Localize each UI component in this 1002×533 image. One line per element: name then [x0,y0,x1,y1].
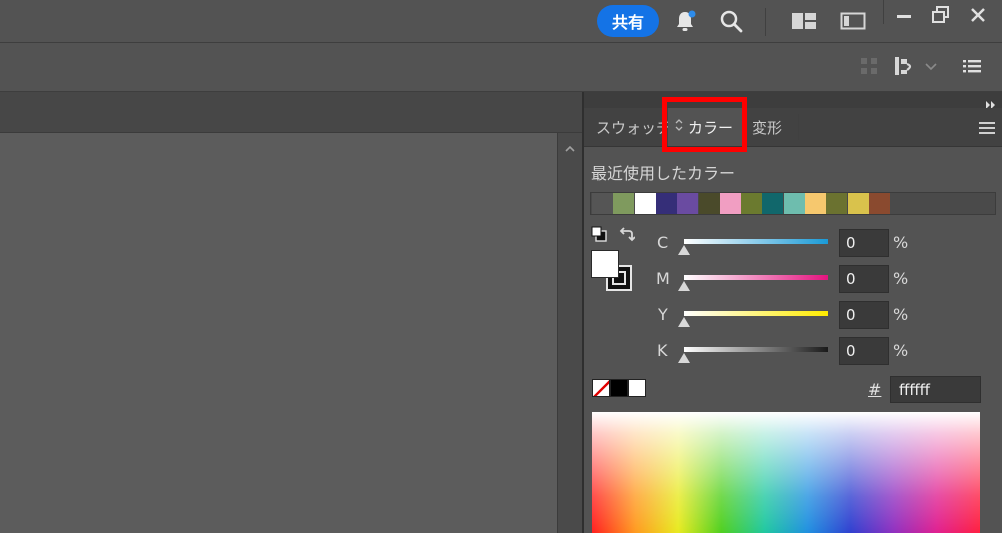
unit-k: % [893,341,909,360]
slider-thumb-k[interactable] [678,353,690,363]
recent-color-swatch[interactable] [677,193,698,214]
hex-symbol: # [868,380,882,399]
recent-color-swatch[interactable] [656,193,677,214]
tab-separator [798,114,799,140]
hex-input[interactable]: ffffff [890,376,981,403]
slider-label-c: C [657,233,669,252]
slider-track-y[interactable] [684,311,828,316]
share-button[interactable]: 共有 [597,5,659,37]
panel-tab-bar: スウォッチ カラー 変形 [584,108,1002,147]
recent-color-swatch[interactable] [613,193,634,214]
value-field-m[interactable]: 0 [839,265,889,293]
recent-color-swatch[interactable] [762,193,783,214]
value-field-k[interactable]: 0 [839,337,889,365]
window-controls-divider [883,0,884,24]
unit-c: % [893,233,909,252]
collapse-panel-icon[interactable] [985,95,997,109]
slider-label-m: M [656,269,670,288]
chevron-down-icon[interactable] [924,58,938,71]
swap-fill-stroke-icon[interactable] [619,226,636,242]
slider-track-k[interactable] [684,347,828,352]
document-tab-strip [0,92,583,133]
panel-header-strip [584,92,1002,108]
arrange-documents-icon[interactable] [840,11,866,31]
restore-icon[interactable] [930,4,952,26]
value-field-c[interactable]: 0 [839,229,889,257]
control-bar [0,43,1002,92]
recent-color-swatch[interactable] [741,193,762,214]
slider-label-y: Y [658,305,668,324]
notification-bell-icon[interactable] [672,8,698,34]
highlight-box [662,97,747,152]
align-grid-icon[interactable] [860,57,878,75]
value-field-y[interactable]: 0 [839,301,889,329]
recent-color-swatch[interactable] [805,193,826,214]
recent-color-swatch[interactable] [720,193,741,214]
workspace-layout-icon[interactable] [791,11,817,31]
distribute-icon[interactable] [894,55,916,77]
unit-m: % [893,269,909,288]
tab-swatches-label: スウォッチ [596,118,672,137]
recent-color-swatch[interactable] [635,193,656,214]
toolbar-divider [765,8,766,36]
scroll-up-icon[interactable] [564,139,576,152]
fill-color-box[interactable] [591,250,619,278]
slider-track-m[interactable] [684,275,828,280]
recent-color-swatch[interactable] [869,193,890,214]
recent-color-swatch[interactable] [826,193,847,214]
tab-transform-label: 変形 [752,118,783,137]
slider-thumb-y[interactable] [678,317,690,327]
white-color-swatch[interactable] [628,379,646,397]
black-color-swatch[interactable] [610,379,628,397]
recent-color-swatch[interactable] [592,193,613,214]
tab-swatches[interactable]: スウォッチ [596,108,671,146]
panel-menu-icon[interactable] [978,120,996,134]
properties-list-icon[interactable] [962,57,982,75]
slider-track-c[interactable] [684,239,828,244]
slider-thumb-m[interactable] [678,281,690,291]
document-canvas[interactable] [0,133,557,533]
recent-color-swatch[interactable] [848,193,869,214]
recent-colors-title: 最近使用したカラー [591,164,736,183]
slider-thumb-c[interactable] [678,245,690,255]
color-spectrum[interactable] [592,412,980,533]
recent-color-swatch[interactable] [784,193,805,214]
none-color-swatch[interactable] [592,379,610,397]
default-fill-stroke-icon[interactable] [591,226,607,242]
minimize-icon[interactable] [893,4,915,26]
close-icon[interactable] [967,4,989,26]
vertical-scrollbar[interactable] [557,133,582,533]
tab-transform[interactable]: 変形 [752,108,782,146]
recent-color-swatch[interactable] [699,193,720,214]
search-icon[interactable] [718,8,744,34]
unit-y: % [893,305,909,324]
slider-label-k: K [657,341,668,360]
